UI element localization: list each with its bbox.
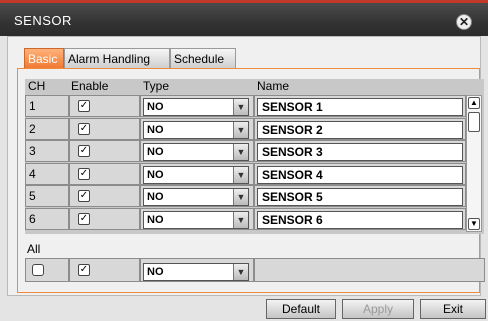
exit-button[interactable]: Exit (420, 299, 486, 319)
ch-number: 6 (29, 212, 36, 226)
apply-button[interactable]: Apply (342, 299, 414, 319)
window-title: SENSOR (14, 13, 72, 28)
all-enable-checkbox[interactable]: ✓ (78, 264, 90, 276)
sensor-name-input[interactable]: SENSOR 2 (257, 121, 463, 139)
enable-checkbox[interactable]: ✓ (78, 145, 90, 157)
type-select[interactable]: NO ▼ (143, 211, 249, 229)
sensor-name-input[interactable]: SENSOR 4 (257, 166, 463, 184)
ch-cell: 4 (25, 163, 69, 185)
enable-checkbox[interactable]: ✓ (78, 123, 90, 135)
sensor-name-input[interactable]: SENSOR 1 (257, 98, 463, 116)
ch-number: 5 (29, 189, 36, 203)
ch-number: 1 (29, 99, 36, 113)
type-select[interactable]: NO ▼ (143, 143, 249, 161)
all-name-cell (254, 258, 485, 282)
name-cell: SENSOR 3 (254, 140, 466, 162)
all-type-select[interactable]: NO ▼ (143, 263, 249, 281)
all-select-cell (25, 258, 69, 282)
tab-alarm-handling[interactable]: Alarm Handling (64, 48, 170, 68)
vertical-scrollbar[interactable]: ▲ ▼ (466, 95, 482, 232)
type-select[interactable]: NO ▼ (143, 166, 249, 184)
enable-cell: ✓ (69, 163, 140, 185)
ch-cell: 3 (25, 140, 69, 162)
col-header-name: Name (257, 79, 290, 93)
tab-schedule[interactable]: Schedule (170, 48, 236, 68)
all-enable-cell: ✓ (69, 258, 140, 282)
name-cell: SENSOR 4 (254, 163, 466, 185)
enable-checkbox[interactable]: ✓ (78, 168, 90, 180)
ch-number: 3 (29, 144, 36, 158)
name-cell: SENSOR 2 (254, 118, 466, 140)
chevron-down-icon[interactable]: ▼ (233, 122, 248, 138)
chevron-down-icon[interactable]: ▼ (233, 212, 248, 228)
enable-cell: ✓ (69, 95, 140, 117)
type-cell: NO ▼ (140, 208, 254, 230)
ch-cell: 1 (25, 95, 69, 117)
ch-cell: 2 (25, 118, 69, 140)
enable-cell: ✓ (69, 140, 140, 162)
type-select[interactable]: NO ▼ (143, 98, 249, 116)
name-cell: SENSOR 6 (254, 208, 466, 230)
enable-checkbox[interactable]: ✓ (78, 213, 90, 225)
type-cell: NO ▼ (140, 185, 254, 207)
sensor-name-input[interactable]: SENSOR 6 (257, 211, 463, 229)
name-cell: SENSOR 5 (254, 185, 466, 207)
type-value: NO (147, 214, 164, 226)
tab-basic[interactable]: Basic (24, 48, 64, 68)
all-type-value: NO (147, 266, 164, 278)
type-value: NO (147, 191, 164, 203)
chevron-down-icon[interactable]: ▼ (233, 99, 248, 115)
type-cell: NO ▼ (140, 140, 254, 162)
close-icon[interactable]: ✕ (456, 14, 472, 30)
type-cell: NO ▼ (140, 118, 254, 140)
sensor-name-input[interactable]: SENSOR 5 (257, 188, 463, 206)
type-cell: NO ▼ (140, 95, 254, 117)
type-value: NO (147, 101, 164, 113)
chevron-down-icon[interactable]: ▼ (233, 167, 248, 183)
default-button[interactable]: Default (266, 299, 336, 319)
enable-cell: ✓ (69, 185, 140, 207)
type-value: NO (147, 169, 164, 181)
scroll-down-icon[interactable]: ▼ (468, 218, 480, 230)
col-header-ch: CH (28, 79, 46, 93)
all-type-cell: NO ▼ (140, 258, 254, 282)
chevron-down-icon[interactable]: ▼ (233, 189, 248, 205)
title-bar: SENSOR ✕ (0, 3, 488, 36)
enable-cell: ✓ (69, 208, 140, 230)
type-value: NO (147, 124, 164, 136)
sensor-name-input[interactable]: SENSOR 3 (257, 143, 463, 161)
ch-cell: 6 (25, 208, 69, 230)
type-select[interactable]: NO ▼ (143, 121, 249, 139)
chevron-down-icon[interactable]: ▼ (233, 264, 248, 280)
sensor-window: SENSOR ✕ Basic Alarm Handling Schedule C… (0, 0, 488, 321)
col-header-enable: Enable (71, 79, 109, 93)
ch-number: 2 (29, 122, 36, 136)
select-all-checkbox[interactable] (32, 264, 44, 276)
type-cell: NO ▼ (140, 163, 254, 185)
enable-checkbox[interactable]: ✓ (78, 190, 90, 202)
type-value: NO (147, 146, 164, 158)
enable-cell: ✓ (69, 118, 140, 140)
type-select[interactable]: NO ▼ (143, 188, 249, 206)
all-label: All (27, 242, 41, 256)
chevron-down-icon[interactable]: ▼ (233, 144, 248, 160)
ch-number: 4 (29, 167, 36, 181)
col-header-type: Type (143, 79, 170, 93)
scroll-up-icon[interactable]: ▲ (468, 97, 480, 109)
scroll-thumb[interactable] (468, 112, 480, 132)
name-cell: SENSOR 1 (254, 95, 466, 117)
enable-checkbox[interactable]: ✓ (78, 100, 90, 112)
ch-cell: 5 (25, 185, 69, 207)
